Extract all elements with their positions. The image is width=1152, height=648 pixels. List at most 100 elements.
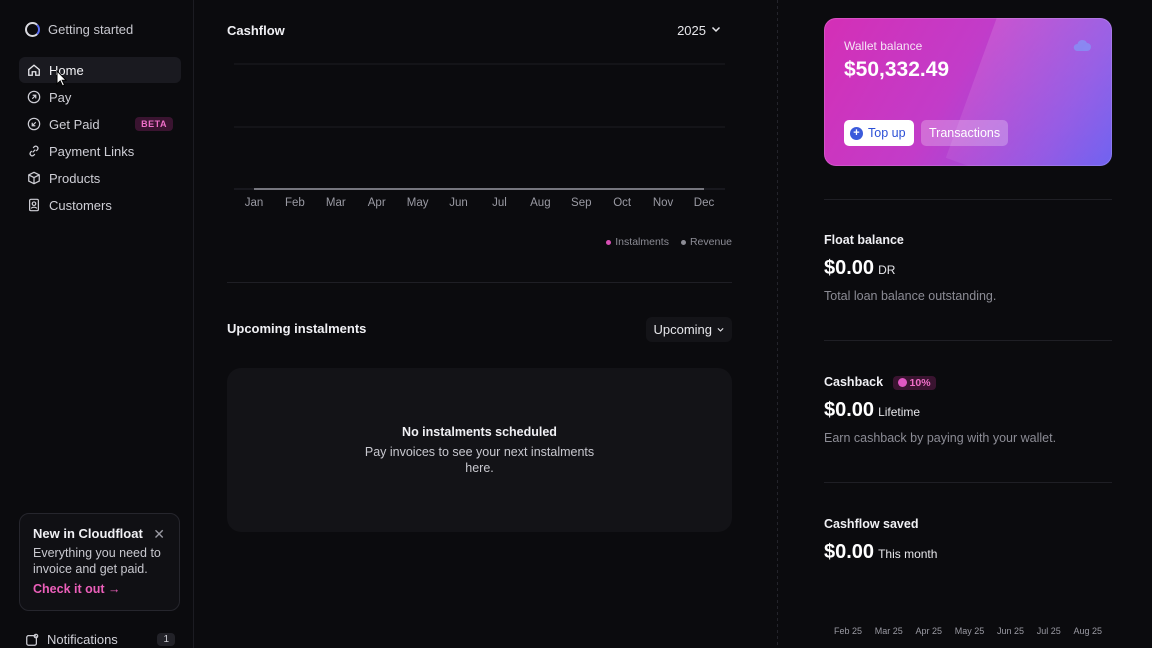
month-tick-label: Feb <box>285 197 305 209</box>
float-balance-title: Float balance <box>824 233 904 247</box>
saved-month-label: Aug 25 <box>1073 626 1102 636</box>
main-content: Cashflow 2025 Jan Feb Mar Apr May Jun Jul Aug Se… <box>227 0 732 648</box>
cashflow-saved-section: Cashflow saved $0.00 This month <box>824 517 937 564</box>
cashflow-saved-suffix: This month <box>878 547 938 561</box>
sidebar-item-get-paid[interactable]: Get Paid BETA <box>19 111 181 137</box>
panel-divider <box>824 199 1112 200</box>
notifications-item[interactable]: Notifications 1 <box>25 632 175 647</box>
cashflow-saved-axis: Feb 25 Mar 25 Apr 25 May 25 Jun 25 Jul 25 Aug … <box>824 626 1112 636</box>
notifications-count: 1 <box>157 633 175 646</box>
sidebar-item-products[interactable]: Products <box>19 165 181 191</box>
top-up-label: Top up <box>868 126 906 140</box>
chart-gridlines <box>234 63 725 190</box>
column-divider <box>777 0 778 648</box>
upcoming-title: Upcoming instalments <box>227 321 367 336</box>
month-tick-label: Jun <box>449 197 468 209</box>
sidebar-nav: Home Pay Get Paid BETA Payment Links Pro… <box>19 57 181 219</box>
saved-month-label: Jul 25 <box>1036 626 1061 636</box>
legend-instalments: Instalments <box>606 236 669 248</box>
month-tick-label: Nov <box>653 197 674 209</box>
right-panel: Wallet balance $50,332.49 + Top up Trans… <box>824 0 1112 648</box>
cashback-desc: Earn cashback by paying with your wallet… <box>824 430 1057 445</box>
chevron-down-icon <box>710 23 722 38</box>
cashback-amount-row: $0.00 Lifetime <box>824 399 1056 422</box>
coin-icon <box>897 378 907 388</box>
saved-month-label: May 25 <box>954 626 985 636</box>
month-tick-label: Oct <box>613 197 632 209</box>
sidebar-item-label: Products <box>49 170 101 186</box>
contacts-icon <box>27 198 41 212</box>
saved-month-label: Jun 25 <box>996 626 1024 636</box>
plus-icon: + <box>850 126 863 140</box>
float-balance-amount: $0.00 <box>824 257 875 279</box>
wallet-label: Wallet balance <box>844 39 923 53</box>
check-it-out-link[interactable]: Check it out → <box>33 582 166 596</box>
sidebar-item-home[interactable]: Home <box>19 57 181 83</box>
year-select[interactable]: 2025 <box>677 23 722 38</box>
month-tick-label: Jul <box>492 197 507 209</box>
wallet-amount: $50,332.49 <box>844 58 950 81</box>
cashback-suffix: Lifetime <box>878 404 921 419</box>
sidebar: Getting started Home Pay Get Paid BETA P… <box>0 0 194 648</box>
cashback-rate-badge: 10% <box>892 375 936 390</box>
sidebar-item-customers[interactable]: Customers <box>19 192 181 218</box>
mouse-cursor-icon <box>56 70 68 87</box>
top-up-button[interactable]: + Top up <box>844 120 914 146</box>
cashflow-saved-amount-row: $0.00 This month <box>824 541 937 564</box>
cashback-title-row: Cashback 10% <box>824 375 1056 390</box>
arrow-down-left-circle-icon <box>27 117 41 131</box>
getting-started-label: Getting started <box>48 22 134 37</box>
transactions-label: Transactions <box>929 126 1001 140</box>
float-balance-section: Float balance $0.00 DR Total loan balance… <box>824 233 996 303</box>
sidebar-item-pay[interactable]: Pay <box>19 84 181 110</box>
month-tick-label: Aug <box>530 197 550 209</box>
saved-month-label: Apr 25 <box>915 626 943 636</box>
cashflow-saved-amount: $0.00 <box>824 541 875 563</box>
month-tick-label: Apr <box>368 197 386 209</box>
link-icon <box>27 144 41 158</box>
progress-ring-icon <box>25 22 40 37</box>
panel-divider <box>824 340 1112 341</box>
sidebar-item-payment-links[interactable]: Payment Links <box>19 138 181 164</box>
section-divider <box>227 282 732 283</box>
cashback-section: Cashback 10% $0.00 Lifetime Earn cashback… <box>824 375 1056 445</box>
saved-month-label: Feb 25 <box>834 626 863 636</box>
sidebar-item-label: Payment Links <box>49 143 135 159</box>
sidebar-item-label: Get Paid <box>49 116 100 132</box>
close-icon[interactable]: ✕ <box>153 526 165 543</box>
chevron-down-icon <box>716 322 725 337</box>
getting-started-link[interactable]: Getting started <box>25 22 133 37</box>
sidebar-item-label: Customers <box>49 197 112 213</box>
chart-legend: Instalments Revenue <box>606 236 732 248</box>
float-balance-amount-row: $0.00 DR <box>824 257 996 280</box>
empty-text: Pay invoices to see your next instalment… <box>364 445 595 475</box>
month-tick-label: Mar <box>326 197 346 209</box>
cashflow-saved-title: Cashflow saved <box>824 517 919 531</box>
upcoming-filter-select[interactable]: Upcoming <box>646 317 732 342</box>
arrow-up-right-circle-icon <box>27 90 41 104</box>
legend-revenue: Revenue <box>680 236 732 248</box>
cashback-amount: $0.00 <box>824 398 875 421</box>
transactions-button[interactable]: Transactions <box>921 120 1009 146</box>
panel-divider <box>824 482 1112 483</box>
home-icon <box>27 63 41 77</box>
empty-title: No instalments scheduled <box>402 425 557 439</box>
notifications-label: Notifications <box>47 632 118 647</box>
whats-new-card: New in Cloudfloat ✕ Everything you need … <box>19 513 180 611</box>
wallet-card: Wallet balance $50,332.49 + Top up Trans… <box>824 18 1112 166</box>
month-tick-label: Dec <box>694 197 715 209</box>
sidebar-item-label: Pay <box>49 89 72 105</box>
instalments-empty-state: No instalments scheduled Pay invoices to… <box>227 368 732 532</box>
month-tick-label: Jan <box>245 197 264 209</box>
cashflow-title: Cashflow <box>227 23 285 38</box>
month-tick-label: Sep <box>571 197 591 209</box>
cashback-title: Cashback <box>824 375 884 389</box>
year-value: 2025 <box>677 23 706 38</box>
beta-badge: BETA <box>135 117 173 131</box>
upcoming-filter-value: Upcoming <box>653 322 712 337</box>
bell-icon <box>25 633 39 647</box>
saved-month-label: Mar 25 <box>874 626 903 636</box>
promo-title: New in Cloudfloat <box>33 526 143 541</box>
cloud-icon <box>1073 39 1091 51</box>
month-labels: Jan Feb Mar Apr May Jun Jul Aug Sep Oct Nov Dec <box>245 197 715 209</box>
